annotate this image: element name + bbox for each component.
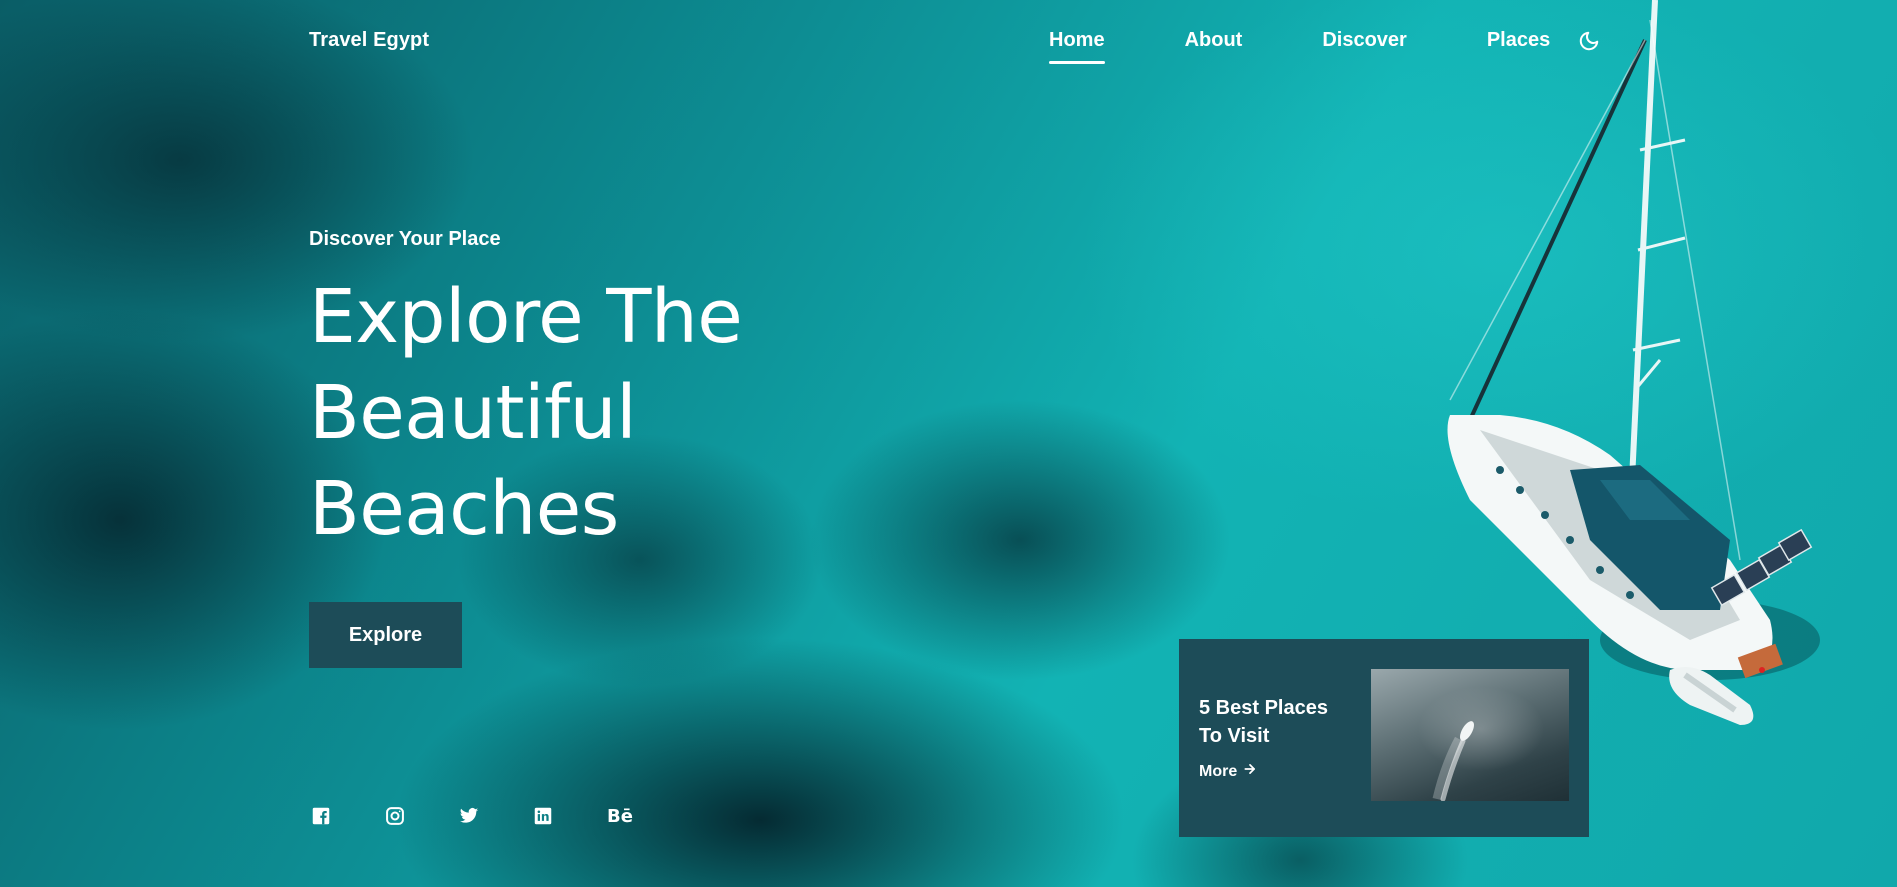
arrow-right-icon — [1243, 762, 1257, 781]
site-header: Travel Egypt Home About Discover Places — [0, 0, 1897, 82]
featured-card: 5 Best Places To Visit More — [1179, 639, 1589, 837]
hero-title-line: Beautiful — [309, 370, 637, 456]
nav-home[interactable]: Home — [1049, 29, 1105, 64]
facebook-icon[interactable] — [311, 806, 331, 826]
explore-button[interactable]: Explore — [309, 602, 462, 668]
card-more-label: More — [1199, 762, 1238, 780]
hero-title-line: Beaches — [309, 466, 619, 552]
nav-discover[interactable]: Discover — [1322, 29, 1407, 52]
nav-places[interactable]: Places — [1487, 29, 1550, 52]
main-nav: Home About Discover Places — [1049, 29, 1600, 64]
sailboat-illustration — [1447, 0, 1820, 725]
behance-icon[interactable]: Bē — [607, 806, 633, 827]
linkedin-icon[interactable] — [533, 806, 553, 826]
card-more-link[interactable]: More — [1199, 762, 1257, 781]
hero-title: Explore The Beautiful Beaches — [309, 269, 909, 557]
card-title: 5 Best Places To Visit — [1199, 697, 1328, 747]
hero-subtitle: Discover Your Place — [309, 228, 501, 250]
card-image — [1371, 669, 1569, 801]
hero-section: Discover Your Place Explore The Beautifu… — [309, 228, 909, 557]
hero-title-line: Explore The — [309, 274, 743, 360]
site-logo[interactable]: Travel Egypt — [309, 29, 429, 52]
social-links: Bē — [311, 806, 687, 827]
twitter-icon[interactable] — [459, 806, 479, 826]
moon-icon[interactable] — [1578, 30, 1600, 52]
nav-about[interactable]: About — [1185, 29, 1243, 52]
instagram-icon[interactable] — [385, 806, 405, 826]
